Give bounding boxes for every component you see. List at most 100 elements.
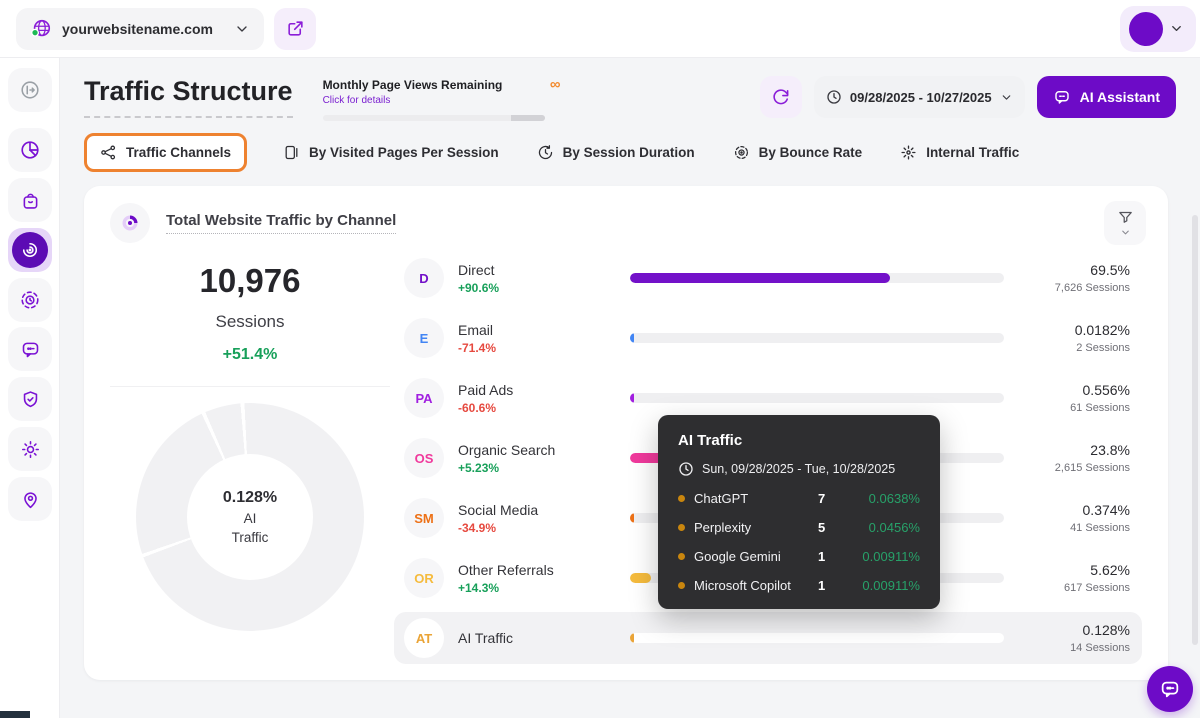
- account-menu[interactable]: [1120, 6, 1196, 52]
- target-icon: [733, 144, 750, 161]
- channel-bar-track: [630, 333, 1004, 343]
- click-for-details-link[interactable]: Click for details: [323, 95, 561, 106]
- channel-delta: +90.6%: [458, 281, 618, 295]
- channel-badge: PA: [404, 378, 444, 418]
- chevron-down-icon: [1120, 227, 1131, 238]
- refresh-button[interactable]: [760, 76, 802, 118]
- sidebar-item-dashboard[interactable]: [8, 128, 52, 172]
- channel-sessions: 2 Sessions: [1020, 342, 1130, 354]
- page-views-remaining: Monthly Page Views Remaining Click for d…: [323, 76, 561, 121]
- ai-source-count: 1: [818, 549, 848, 564]
- ai-source-count: 7: [818, 491, 848, 506]
- channel-name: Social Media: [458, 502, 618, 518]
- channel-bar-track: [630, 393, 1004, 403]
- summary-column: 10,976 Sessions +51.4% 0.128% AI Traffic: [110, 246, 390, 664]
- ai-source-name: Google Gemini: [694, 549, 818, 564]
- channel-percentage: 23.8%: [1020, 442, 1130, 458]
- card-title: Total Website Traffic by Channel: [166, 212, 396, 234]
- channel-sessions: 617 Sessions: [1020, 582, 1130, 594]
- report-tabs: Traffic Channels By Visited Pages Per Se…: [60, 121, 1200, 172]
- total-sessions-label: Sessions: [110, 312, 390, 332]
- open-website-button[interactable]: [274, 8, 316, 50]
- support-chat-button[interactable]: [1147, 666, 1193, 712]
- channel-delta: +14.3%: [458, 581, 618, 595]
- chevron-down-icon: [1169, 21, 1184, 36]
- tab-visited-pages[interactable]: By Visited Pages Per Session: [281, 135, 501, 170]
- sidebar-item-ecommerce[interactable]: [8, 178, 52, 222]
- tab-session-duration[interactable]: By Session Duration: [535, 135, 697, 170]
- channel-badge: SM: [404, 498, 444, 538]
- bottom-corner-strip: [0, 711, 30, 718]
- sidebar-item-settings[interactable]: [8, 427, 52, 471]
- clock-icon: [678, 461, 694, 477]
- session-record-icon: [19, 289, 41, 311]
- bullet-icon: [678, 495, 685, 502]
- sidebar-item-location[interactable]: [8, 477, 52, 521]
- channel-delta: -60.6%: [458, 401, 618, 415]
- tab-bounce-rate[interactable]: By Bounce Rate: [731, 135, 865, 170]
- channel-name: Direct: [458, 262, 618, 278]
- sidebar-item-recordings[interactable]: [8, 278, 52, 322]
- channel-donut-chart[interactable]: 0.128% AI Traffic: [136, 403, 364, 631]
- channel-bar-fill: [630, 333, 634, 343]
- channel-sessions: 14 Sessions: [1020, 642, 1130, 654]
- scrollbar-thumb[interactable]: [1192, 215, 1198, 645]
- channel-delta: -71.4%: [458, 341, 618, 355]
- date-range-value: 09/28/2025 - 10/27/2025: [850, 90, 992, 105]
- tooltip-row: Google Gemini 1 0.00911%: [678, 549, 920, 564]
- channel-badge: AT: [404, 618, 444, 658]
- tab-label: By Visited Pages Per Session: [309, 145, 499, 160]
- tooltip-rows: ChatGPT 7 0.0638% Perplexity 5 0.0456% G…: [678, 491, 920, 593]
- channel-bar-fill: [630, 393, 634, 403]
- channel-row[interactable]: D Direct +90.6% 69.5% 7,626 Sessions: [394, 248, 1142, 308]
- channel-row[interactable]: AT AI Traffic 0.128% 14 Sessions: [394, 612, 1142, 664]
- total-sessions-value: 10,976: [110, 262, 390, 300]
- page-views-label: Monthly Page Views Remaining: [323, 78, 561, 92]
- channel-bar-fill: [630, 573, 651, 583]
- tab-traffic-channels[interactable]: Traffic Channels: [84, 133, 247, 172]
- channel-bar-track: [630, 273, 1004, 283]
- channel-badge: OS: [404, 438, 444, 478]
- infinity-icon: ∞: [550, 76, 561, 93]
- ai-source-name: ChatGPT: [694, 491, 818, 506]
- ai-source-pct: 0.00911%: [848, 578, 920, 593]
- donut-center-line1: AI: [244, 511, 257, 526]
- site-selector[interactable]: yourwebsitename.com: [16, 8, 264, 50]
- ai-assistant-button[interactable]: AI Assistant: [1037, 76, 1176, 118]
- bullet-icon: [678, 524, 685, 531]
- channel-row[interactable]: E Email -71.4% 0.0182% 2 Sessions: [394, 308, 1142, 368]
- tooltip-date-range: Sun, 09/28/2025 - Tue, 10/28/2025: [702, 462, 895, 476]
- tab-label: Internal Traffic: [926, 145, 1019, 160]
- channel-name: Organic Search: [458, 442, 618, 458]
- channel-name: Paid Ads: [458, 382, 618, 398]
- channel-percentage: 5.62%: [1020, 562, 1130, 578]
- tab-internal-traffic[interactable]: Internal Traffic: [898, 135, 1021, 170]
- topbar: yourwebsitename.com: [0, 0, 1200, 58]
- main-content: Traffic Structure Monthly Page Views Rem…: [60, 58, 1200, 718]
- sidebar-collapse[interactable]: [8, 68, 52, 112]
- channel-name: Email: [458, 322, 618, 338]
- channel-percentage: 0.0182%: [1020, 322, 1130, 338]
- ai-source-name: Perplexity: [694, 520, 818, 535]
- refresh-icon: [771, 88, 790, 107]
- tab-label: Traffic Channels: [126, 145, 231, 160]
- chat-bubble-icon: [1159, 678, 1181, 700]
- channel-sessions: 7,626 Sessions: [1020, 282, 1130, 294]
- filter-button[interactable]: [1104, 201, 1146, 245]
- sidebar-item-feedback[interactable]: [8, 327, 52, 371]
- donut-center-pct: 0.128%: [223, 489, 277, 507]
- shield-check-icon: [20, 389, 41, 410]
- page-header: Traffic Structure Monthly Page Views Rem…: [60, 58, 1200, 121]
- funnel-icon: [1117, 209, 1134, 226]
- tooltip-row: ChatGPT 7 0.0638%: [678, 491, 920, 506]
- chat-bubble-icon: [20, 339, 41, 360]
- pages-icon: [283, 144, 300, 161]
- sidebar-item-traffic[interactable]: [8, 228, 52, 272]
- chevron-down-icon: [1000, 91, 1013, 104]
- date-range-picker[interactable]: 09/28/2025 - 10/27/2025: [814, 76, 1025, 118]
- channel-delta: -34.9%: [458, 521, 618, 535]
- channel-sessions: 2,615 Sessions: [1020, 462, 1130, 474]
- ai-source-count: 1: [818, 578, 848, 593]
- sidebar-item-security[interactable]: [8, 377, 52, 421]
- avatar: [1129, 12, 1163, 46]
